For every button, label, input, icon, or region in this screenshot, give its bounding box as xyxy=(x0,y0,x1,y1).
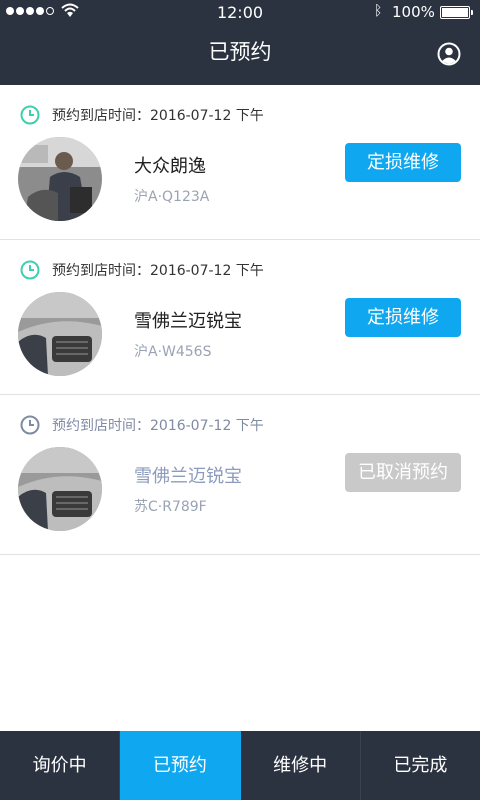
car-name: 大众朗逸 xyxy=(134,156,206,177)
bottom-tab-bar: 询价中 已预约 维修中 已完成 xyxy=(0,731,480,800)
car-name: 雪佛兰迈锐宝 xyxy=(134,311,242,332)
appointment-time-row: 预约到店时间：2016-07-12 下午 xyxy=(20,415,264,435)
tab-booked[interactable]: 已预约 xyxy=(120,731,241,800)
appointment-time: 预约到店时间：2016-07-12 下午 xyxy=(52,108,264,124)
appointment-time-row: 预约到店时间：2016-07-12 下午 xyxy=(20,105,264,125)
license-plate: 苏C·R789F xyxy=(134,499,207,515)
license-plate: 沪A·Q123A xyxy=(134,189,210,205)
cancelled-appointment-button[interactable]: 已取消预约 xyxy=(345,453,461,492)
appointment-card[interactable]: 预约到店时间：2016-07-12 下午 雪佛兰迈锐宝 沪A·W456S 定损维… xyxy=(0,240,480,395)
battery-percent: 100% xyxy=(392,3,435,21)
appointment-time-row: 预约到店时间：2016-07-12 下午 xyxy=(20,260,264,280)
appointment-time: 预约到店时间：2016-07-12 下午 xyxy=(52,263,264,279)
tab-completed[interactable]: 已完成 xyxy=(361,731,480,800)
bluetooth-icon: ᛒ xyxy=(374,3,383,19)
appointment-card[interactable]: 预约到店时间：2016-07-12 下午 雪佛兰迈锐宝 苏C·R789F 已取消… xyxy=(0,395,480,555)
tab-repairing[interactable]: 维修中 xyxy=(241,731,361,800)
battery-icon xyxy=(440,6,473,19)
appointment-card[interactable]: 预约到店时间：2016-07-12 下午 大众朗逸 沪A·Q123A 定损维修 xyxy=(0,85,480,240)
damage-repair-button[interactable]: 定损维修 xyxy=(345,143,461,182)
mechanic-avatar xyxy=(18,137,102,221)
license-plate: 沪A·W456S xyxy=(134,344,212,360)
status-bar: 12:00 ᛒ 100% xyxy=(0,0,480,24)
user-circle-icon[interactable] xyxy=(437,42,461,66)
mechanic-avatar xyxy=(18,447,102,531)
appointment-list: 预约到店时间：2016-07-12 下午 大众朗逸 沪A·Q123A 定损维修 … xyxy=(0,85,480,555)
clock-icon xyxy=(20,415,40,435)
mechanic-avatar xyxy=(18,292,102,376)
clock-icon xyxy=(20,260,40,280)
car-name: 雪佛兰迈锐宝 xyxy=(134,466,242,487)
clock-icon xyxy=(20,105,40,125)
top-bar: 12:00 ᛒ 100% 已预约 xyxy=(0,0,480,85)
appointment-time: 预约到店时间：2016-07-12 下午 xyxy=(52,418,264,434)
damage-repair-button[interactable]: 定损维修 xyxy=(345,298,461,337)
page-title: 已预约 xyxy=(208,40,272,64)
tab-inquiring[interactable]: 询价中 xyxy=(0,731,121,800)
